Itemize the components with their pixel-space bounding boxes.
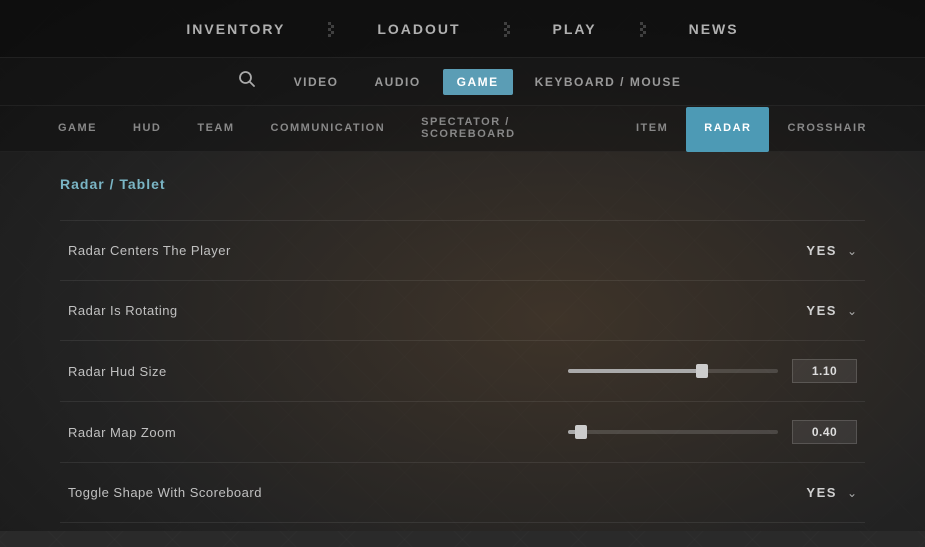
radar-hud-size-track[interactable] bbox=[568, 369, 778, 373]
chevron-down-icon-2: ⌄ bbox=[847, 304, 857, 318]
radar-is-rotating-value: YES bbox=[806, 303, 837, 318]
main-content: Radar / Tablet Radar Centers The Player … bbox=[0, 152, 925, 547]
toggle-shape-scoreboard-value: YES bbox=[806, 485, 837, 500]
setting-row-toggle-shape-scoreboard: Toggle Shape With Scoreboard YES ⌄ bbox=[60, 463, 865, 523]
radar-hud-size-fill bbox=[568, 369, 702, 373]
settings-nav-audio[interactable]: AUDIO bbox=[360, 69, 434, 95]
tab-radar[interactable]: RADAR bbox=[686, 107, 769, 152]
radar-map-zoom-track[interactable] bbox=[568, 430, 778, 434]
nav-item-loadout[interactable]: LOADOUT bbox=[341, 0, 496, 57]
nav-separator-1 bbox=[321, 19, 341, 39]
radar-map-zoom-control: 0.40 bbox=[568, 420, 857, 444]
game-tabs: GAME HUD TEAM COMMUNICATION SPECTATOR / … bbox=[0, 106, 925, 152]
setting-row-radar-centers-player: Radar Centers The Player YES ⌄ bbox=[60, 221, 865, 281]
radar-hud-size-thumb[interactable] bbox=[696, 364, 708, 378]
setting-label-toggle-shape-scoreboard: Toggle Shape With Scoreboard bbox=[68, 485, 262, 500]
setting-label-radar-hud-size: Radar Hud Size bbox=[68, 364, 167, 379]
settings-nav-game[interactable]: GAME bbox=[443, 69, 513, 95]
radar-centers-player-dropdown[interactable]: YES ⌄ bbox=[806, 243, 857, 258]
radar-map-zoom-value: 0.40 bbox=[792, 420, 857, 444]
settings-nav-keyboard-mouse[interactable]: KEYBOARD / MOUSE bbox=[521, 69, 696, 95]
radar-is-rotating-dropdown[interactable]: YES ⌄ bbox=[806, 303, 857, 318]
chevron-down-icon: ⌄ bbox=[847, 244, 857, 258]
settings-nav-video[interactable]: VIDEO bbox=[280, 69, 353, 95]
toggle-shape-scoreboard-dropdown[interactable]: YES ⌄ bbox=[806, 485, 857, 500]
nav-item-inventory[interactable]: INVENTORY bbox=[150, 0, 321, 57]
tab-hud[interactable]: HUD bbox=[115, 107, 179, 152]
nav-separator-2 bbox=[497, 19, 517, 39]
setting-label-radar-is-rotating: Radar Is Rotating bbox=[68, 303, 178, 318]
search-button[interactable] bbox=[230, 66, 264, 97]
nav-item-news[interactable]: NEWS bbox=[653, 0, 775, 57]
settings-list: Radar Centers The Player YES ⌄ Radar Is … bbox=[60, 220, 865, 523]
page-wrapper: INVENTORY LOADOUT PLAY bbox=[0, 0, 925, 531]
nav-item-play[interactable]: PLAY bbox=[517, 0, 633, 57]
tab-spectator-scoreboard[interactable]: SPECTATOR / SCOREBOARD bbox=[403, 107, 618, 152]
tab-game[interactable]: GAME bbox=[40, 107, 115, 152]
setting-label-radar-centers-player: Radar Centers The Player bbox=[68, 243, 231, 258]
top-nav: INVENTORY LOADOUT PLAY bbox=[0, 0, 925, 58]
settings-nav: VIDEO AUDIO GAME KEYBOARD / MOUSE bbox=[0, 58, 925, 106]
section-title: Radar / Tablet bbox=[60, 176, 865, 192]
radar-hud-size-control: 1.10 bbox=[568, 359, 857, 383]
tab-crosshair[interactable]: CROSSHAIR bbox=[769, 107, 885, 152]
setting-label-radar-map-zoom: Radar Map Zoom bbox=[68, 425, 176, 440]
radar-hud-size-value: 1.10 bbox=[792, 359, 857, 383]
nav-separator-3 bbox=[633, 19, 653, 39]
setting-row-radar-hud-size: Radar Hud Size 1.10 bbox=[60, 341, 865, 402]
setting-row-radar-is-rotating: Radar Is Rotating YES ⌄ bbox=[60, 281, 865, 341]
radar-map-zoom-thumb[interactable] bbox=[575, 425, 587, 439]
setting-row-radar-map-zoom: Radar Map Zoom 0.40 bbox=[60, 402, 865, 463]
tab-team[interactable]: TEAM bbox=[179, 107, 252, 152]
chevron-down-icon-3: ⌄ bbox=[847, 486, 857, 500]
tab-communication[interactable]: COMMUNICATION bbox=[253, 107, 404, 152]
radar-centers-player-value: YES bbox=[806, 243, 837, 258]
tab-item[interactable]: ITEM bbox=[618, 107, 686, 152]
